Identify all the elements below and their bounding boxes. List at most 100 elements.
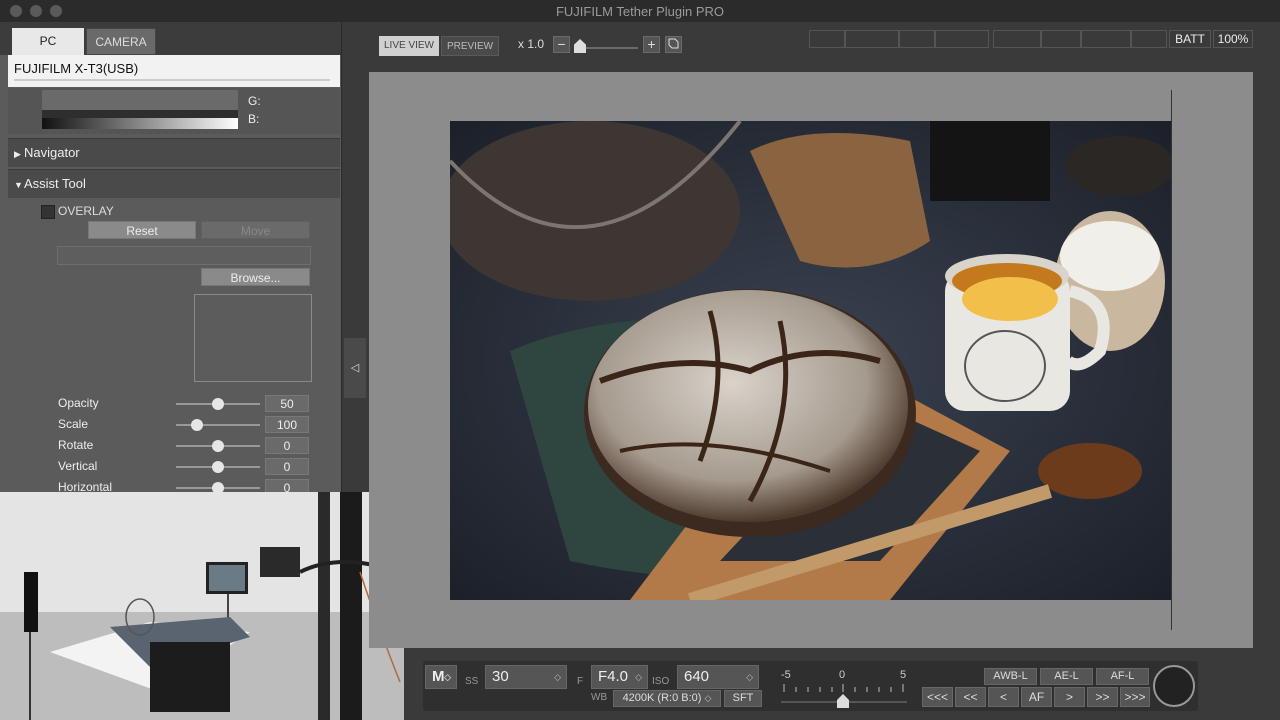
opacity-row: Opacity 50 — [0, 394, 341, 414]
opacity-slider-knob[interactable] — [212, 398, 224, 410]
histogram-b-label: B: — [248, 112, 260, 126]
camera-bar — [14, 79, 330, 81]
rotate-value[interactable]: 0 — [265, 437, 309, 454]
histogram: G: B: — [8, 88, 340, 134]
window-title: FUJIFILM Tether Plugin PRO — [555, 4, 725, 19]
iso-updown-icon: ◇ — [746, 672, 753, 682]
navigator-title: Navigator — [24, 145, 80, 160]
studio-webcam-overlay — [0, 492, 404, 720]
reset-button[interactable]: Reset — [88, 221, 196, 239]
nav-back-button[interactable]: < — [988, 687, 1019, 707]
exposure-compensation-scale[interactable]: -5 0 5 — [781, 669, 907, 708]
white-balance-select[interactable]: 4200K (R:0 B:0) ◇ — [613, 690, 721, 707]
scale-slider-knob[interactable] — [191, 419, 203, 431]
ss-label: SS — [465, 676, 479, 687]
overlay-label: OVERLAY — [58, 204, 114, 218]
tab-pc[interactable]: PC — [12, 28, 84, 55]
mode-updown-icon: ◇ — [444, 672, 451, 682]
overlay-path-field[interactable] — [57, 246, 311, 265]
plus-icon[interactable]: + — [643, 36, 660, 53]
mode-value: M — [432, 668, 445, 685]
aperture-select[interactable]: F4.0 ◇ — [591, 665, 648, 689]
canvas-guide-line — [1171, 90, 1172, 630]
scale-ticks — [781, 684, 907, 708]
live-view-image — [450, 121, 1171, 600]
vertical-value[interactable]: 0 — [265, 458, 309, 475]
zoom-slider-knob[interactable] — [574, 39, 586, 53]
rotate-slider-knob[interactable] — [212, 440, 224, 452]
assist-tool-section-header[interactable]: ▼Assist Tool — [8, 169, 340, 198]
nav-fast-forward-button[interactable]: >> — [1087, 687, 1118, 707]
shutter-speed-select[interactable]: 30 ◇ — [485, 665, 567, 689]
browse-button[interactable]: Browse... — [201, 268, 310, 286]
collapse-arrow-icon: ▼ — [14, 180, 23, 190]
status-slot-6 — [1041, 30, 1081, 48]
vertical-label: Vertical — [58, 459, 98, 473]
status-slot-1 — [809, 30, 845, 48]
bread-still-life-image — [450, 121, 1171, 600]
status-slot-4 — [935, 30, 989, 48]
vertical-slider-knob[interactable] — [212, 461, 224, 473]
af-button[interactable]: AF — [1021, 687, 1052, 707]
rotate-label: Rotate — [58, 438, 94, 452]
fit-icon[interactable] — [665, 36, 682, 53]
navigator-section-header[interactable]: ▶ Navigator — [8, 138, 340, 167]
studio-scene-image — [0, 492, 404, 720]
wb-value: 4200K (R:0 B:0) — [622, 692, 702, 704]
nav-last-button[interactable]: >>> — [1120, 687, 1150, 707]
overlay-thumbnail — [194, 294, 312, 382]
f-updown-icon: ◇ — [635, 672, 642, 682]
status-slot-2 — [845, 30, 899, 48]
f-label: F — [577, 676, 584, 687]
scale-value[interactable]: 100 — [265, 416, 309, 433]
live-view-button[interactable]: LIVE VIEW — [379, 36, 439, 56]
nav-first-button[interactable]: <<< — [922, 687, 953, 707]
iso-value: 640 — [684, 668, 710, 685]
title-bar: FUJIFILM Tether Plugin PRO — [0, 0, 1280, 23]
histogram-gradient — [42, 118, 238, 129]
minus-icon[interactable]: − — [553, 36, 570, 53]
tab-camera[interactable]: CAMERA — [86, 28, 156, 55]
battery-label: BATT — [1169, 30, 1211, 48]
left-panel: PC CAMERA FUJIFILM X-T3(USB) G: B: ▶ Navi… — [0, 22, 342, 496]
nav-fast-back-button[interactable]: << — [955, 687, 986, 707]
camera-box[interactable]: FUJIFILM X-T3(USB) — [8, 55, 340, 87]
status-slot-8 — [1131, 30, 1167, 48]
awb-lock-button[interactable]: AWB-L — [984, 668, 1037, 685]
preview-button[interactable]: PREVIEW — [441, 36, 499, 56]
ae-lock-button[interactable]: AE-L — [1040, 668, 1093, 685]
rotate-row: Rotate 0 — [0, 436, 341, 456]
opacity-label: Opacity — [58, 396, 99, 410]
iso-label: ISO — [652, 676, 670, 687]
wb-label: WB — [591, 692, 608, 703]
scale-slider-track[interactable] — [176, 424, 260, 426]
zoom-level: x 1.0 — [518, 37, 545, 51]
status-slot-5 — [993, 30, 1041, 48]
af-lock-button[interactable]: AF-L — [1096, 668, 1149, 685]
iso-select[interactable]: 640 ◇ — [677, 665, 759, 689]
nav-forward-button[interactable]: > — [1054, 687, 1085, 707]
opacity-value[interactable]: 50 — [265, 395, 309, 412]
histogram-g-label: G: — [248, 94, 261, 108]
ss-updown-icon: ◇ — [554, 672, 561, 682]
tab-bar: PC CAMERA — [0, 22, 341, 55]
overlay-checkbox[interactable] — [41, 205, 55, 219]
scale-row: Scale 100 — [0, 415, 341, 435]
sft-button[interactable]: SFT — [724, 690, 762, 707]
move-button[interactable]: Move — [201, 221, 310, 239]
status-slot-7 — [1081, 30, 1131, 48]
aperture-value: F4.0 — [598, 668, 629, 685]
status-slot-3 — [899, 30, 935, 48]
battery-value: 100% — [1213, 30, 1253, 48]
wb-updown-icon: ◇ — [704, 693, 712, 703]
top-toolbar: LIVE VIEW PREVIEW x 1.0 − + BATT 100% — [342, 22, 1280, 68]
mode-select[interactable]: M ◇ — [425, 665, 457, 689]
camera-name: FUJIFILM X-T3(USB) — [14, 61, 139, 76]
collapse-arrow-icon[interactable]: ◁ — [344, 338, 366, 398]
histogram-curve — [42, 110, 238, 118]
vertical-row: Vertical 0 — [0, 457, 341, 477]
shutter-icon[interactable] — [1153, 665, 1195, 707]
scale-label: Scale — [58, 417, 89, 431]
assist-tool-title: Assist Tool — [24, 176, 86, 191]
shutter-speed-value: 30 — [492, 668, 509, 685]
